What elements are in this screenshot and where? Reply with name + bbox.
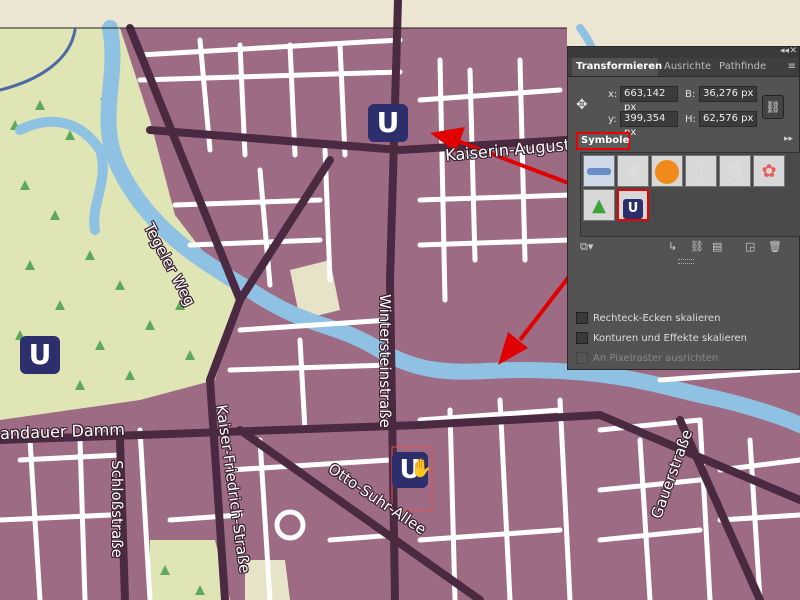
b-field[interactable]: 36,276 px [699, 86, 757, 102]
tab-pathfinder[interactable]: Pathfinde [715, 58, 766, 76]
symbol-dashed-line-icon[interactable]: ┆ [685, 155, 717, 187]
u-bahn-symbol[interactable]: U [20, 336, 60, 374]
place-symbol-icon[interactable]: ↳ [668, 240, 677, 253]
x-label: x: [608, 89, 618, 100]
symbols-grid: ✺ ┆ ❂ ✿ ▲ U [580, 152, 800, 237]
b-label: B: [685, 89, 696, 100]
transform-symbols-panel[interactable]: ◂◂ ✕ Transformieren Ausrichte Pathfinde … [567, 46, 800, 370]
checkbox-box[interactable] [576, 312, 588, 324]
symbol-orange-button-icon[interactable] [651, 155, 683, 187]
collapse-icon[interactable]: ◂◂ [780, 46, 789, 56]
panel-tabs: Transformieren Ausrichte Pathfinde ≡ [568, 58, 799, 77]
symbols-toolbar: ⧉▾ ↳ ⛓ ▤ ◲ 🗑 [580, 240, 800, 256]
constrain-proportions-icon[interactable]: ⛓ [762, 95, 784, 119]
tab-ausrichten[interactable]: Ausrichte [660, 58, 715, 76]
delete-symbol-icon[interactable]: 🗑 [768, 240, 782, 253]
u-bahn-symbol[interactable]: U [368, 104, 408, 142]
tab-symbole[interactable]: Symbole [576, 132, 630, 150]
checkbox-box[interactable] [576, 332, 588, 344]
checkbox-pixelraster: An Pixelraster ausrichten [576, 352, 718, 368]
symbol-brush-stroke-icon[interactable] [583, 155, 615, 187]
x-field[interactable]: 663,142 px [620, 86, 678, 113]
symbol-dotted-ring-icon[interactable]: ❂ [719, 155, 751, 187]
symbol-u-bahn-icon[interactable]: U [617, 189, 649, 221]
symbol-options-icon[interactable]: ▤ [712, 240, 722, 253]
symbol-splatter-icon[interactable]: ✺ [617, 155, 649, 187]
checkbox-rechteck-ecken[interactable]: Rechteck-Ecken skalieren [576, 312, 720, 328]
checkbox-box [576, 352, 588, 364]
street-label-schloss: Schloßstraße [107, 460, 126, 558]
h-field[interactable]: 62,576 px [699, 111, 757, 127]
y-field[interactable]: 399,354 px [620, 111, 678, 138]
checkbox-label: An Pixelraster ausrichten [593, 353, 719, 364]
hand-cursor-icon: ✋ [410, 458, 433, 479]
resize-grip-icon[interactable] [678, 259, 694, 264]
y-label: y: [608, 114, 617, 125]
reference-point-icon[interactable]: ✥ [576, 97, 588, 113]
panel-menu-icon[interactable]: ≡ [788, 61, 796, 72]
checkbox-label: Rechteck-Ecken skalieren [593, 313, 721, 324]
tab-transformieren[interactable]: Transformieren [572, 58, 662, 76]
symbol-library-icon[interactable]: ⧉▾ [580, 240, 593, 254]
checkbox-konturen-effekte[interactable]: Konturen und Effekte skalieren [576, 332, 747, 348]
close-icon[interactable]: ✕ [789, 46, 797, 56]
h-label: H: [685, 114, 696, 125]
symbol-tree-icon[interactable]: ▲ [583, 189, 615, 221]
new-symbol-icon[interactable]: ◲ [745, 240, 755, 253]
street-label-winterstein: Wintersteinstraße [375, 294, 394, 428]
symbol-u-letter: U [623, 199, 643, 219]
symbol-flower-icon[interactable]: ✿ [753, 155, 785, 187]
break-link-icon[interactable]: ⛓ [690, 240, 704, 253]
panel-titlebar[interactable]: ◂◂ ✕ [568, 46, 799, 58]
symbols-menu-icon[interactable]: ▸▸ [784, 134, 793, 144]
checkbox-label: Konturen und Effekte skalieren [593, 333, 747, 344]
